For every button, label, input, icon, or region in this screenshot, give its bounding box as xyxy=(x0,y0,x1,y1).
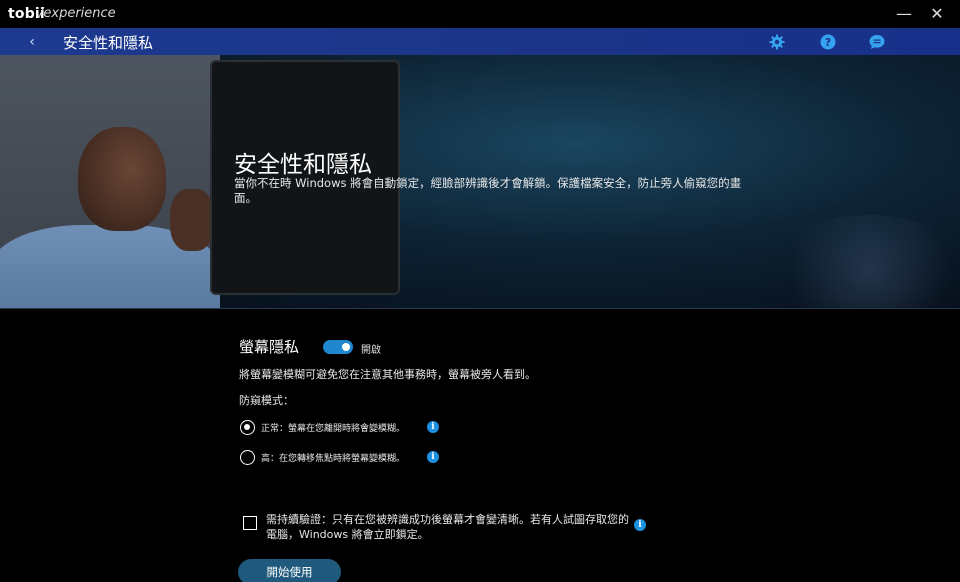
radio-option-normal[interactable]: 正常：螢幕在您離開時將會變模糊。 xyxy=(240,418,405,436)
settings-content: 螢幕隱私 開啟 將螢幕變模糊可避免您在注意其他事務時，螢幕被旁人看到。 防窺模式… xyxy=(0,310,960,582)
nav-bar: ‹ 安全性和隱私 ? xyxy=(0,28,960,55)
chat-icon[interactable] xyxy=(869,34,885,50)
back-button[interactable]: ‹ xyxy=(22,32,42,52)
section-title: 螢幕隱私 xyxy=(239,338,300,356)
page-title: 安全性和隱私 xyxy=(63,34,154,52)
info-icon[interactable]: i xyxy=(427,451,439,463)
minimize-button[interactable]: — xyxy=(889,2,919,26)
continuous-verification-label: 需持續驗證：只有在您被辨識成功後螢幕才會變清晰。若有人試圖存取您的電腦，Wind… xyxy=(266,513,629,541)
gear-icon[interactable] xyxy=(769,34,785,50)
radio-button[interactable] xyxy=(240,419,255,435)
radio-button[interactable] xyxy=(240,449,255,465)
info-icon[interactable]: i xyxy=(634,519,646,531)
continuous-verification-checkbox[interactable] xyxy=(243,516,257,530)
screen-privacy-toggle[interactable] xyxy=(323,340,353,354)
decorative-bubbles xyxy=(770,215,960,308)
person-hand xyxy=(170,189,214,251)
radio-label: 高：在您轉移焦點時將螢幕變模糊。 xyxy=(261,453,406,464)
hero-description: 當你不在時 Windows 將會自動鎖定，經臉部辨識後才會解鎖。保護檔案安全，防… xyxy=(234,176,742,205)
hero-title: 安全性和隱私 xyxy=(234,152,372,178)
title-bar: tobii /experience — ✕ xyxy=(0,0,960,28)
hero-banner: 安全性和隱私 當你不在時 Windows 將會自動鎖定，經臉部辨識後才會解鎖。保… xyxy=(0,55,960,309)
help-icon[interactable]: ? xyxy=(820,34,836,50)
radio-option-high[interactable]: 高：在您轉移焦點時將螢幕變模糊。 xyxy=(240,448,405,466)
toggle-label: 開啟 xyxy=(361,345,381,356)
person-head xyxy=(78,127,166,231)
toggle-knob xyxy=(342,343,350,351)
app-logo-subtitle: /experience xyxy=(39,6,116,21)
get-started-button[interactable]: 開始使用 xyxy=(238,559,341,582)
radio-label: 正常：螢幕在您離開時將會變模糊。 xyxy=(261,423,406,434)
info-icon[interactable]: i xyxy=(427,421,439,433)
svg-text:?: ? xyxy=(825,36,831,49)
close-button[interactable]: ✕ xyxy=(922,2,952,26)
mode-label: 防窺模式： xyxy=(239,394,294,407)
section-description: 將螢幕變模糊可避免您在注意其他事務時，螢幕被旁人看到。 xyxy=(239,368,536,381)
